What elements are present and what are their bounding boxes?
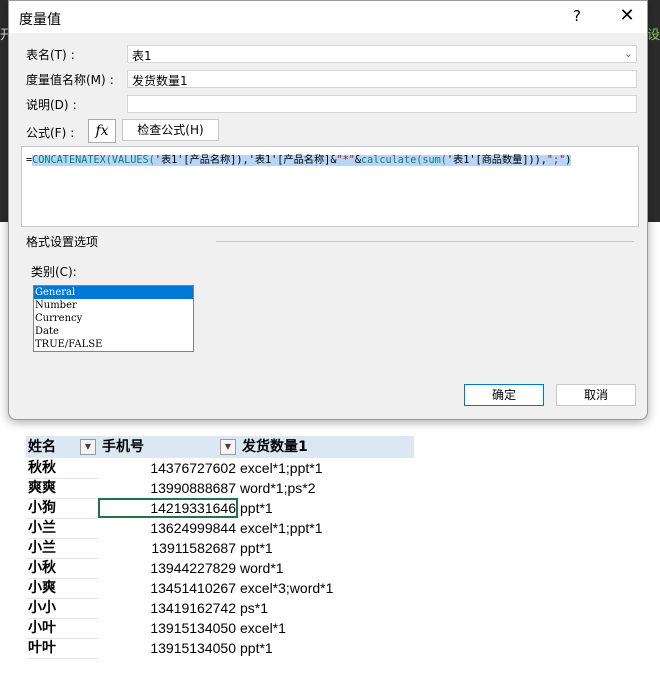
cell-phone[interactable]: 13990888687 — [98, 478, 238, 498]
table-row: 小狗 14219331646 ppt*1 — [0, 498, 660, 519]
cell-phone[interactable]: 13915134050 — [98, 638, 238, 658]
category-label: 类别(C): — [31, 265, 77, 279]
cell-name[interactable]: 小兰 — [28, 518, 98, 539]
dialog-title: 度量值 — [19, 12, 61, 28]
category-item-number[interactable]: Number — [34, 299, 193, 312]
cell-phone-active[interactable]: 14219331646 — [98, 498, 238, 518]
cell-qty[interactable]: ps*1 — [240, 598, 420, 618]
table-select[interactable]: 表1 ⌄ — [127, 45, 637, 63]
chevron-down-icon: ⌄ — [623, 47, 633, 60]
category-list[interactable]: General Number Currency Date TRUE/FALSE — [33, 285, 194, 352]
cell-qty[interactable]: ppt*1 — [240, 638, 420, 658]
cell-qty[interactable]: excel*3;word*1 — [240, 578, 420, 598]
cell-name[interactable]: 小小 — [28, 598, 98, 619]
measure-name-input[interactable]: 发货数量1 — [127, 70, 637, 88]
table-row: 小叶 13915134050 excel*1 — [0, 618, 660, 639]
table-row: 小小 13419162742 ps*1 — [0, 598, 660, 619]
check-formula-button[interactable]: 检查公式(H) — [122, 119, 219, 141]
cell-name[interactable]: 小叶 — [28, 618, 98, 639]
header-phone[interactable]: 手机号 ▼ — [98, 436, 238, 458]
description-input[interactable] — [127, 95, 637, 113]
cell-name[interactable]: 小兰 — [28, 538, 98, 559]
ok-button[interactable]: 确定 — [464, 384, 544, 406]
table-label: 表名(T): — [26, 48, 75, 62]
category-item-date[interactable]: Date — [34, 325, 193, 338]
cell-qty[interactable]: word*1;ps*2 — [240, 478, 420, 498]
cell-phone[interactable]: 13451410267 — [98, 578, 238, 598]
category-item-currency[interactable]: Currency — [34, 312, 193, 325]
fx-icon[interactable]: fx — [88, 119, 116, 143]
cell-name[interactable]: 小狗 — [28, 498, 98, 519]
cell-name[interactable]: 秋秋 — [28, 458, 98, 479]
close-button[interactable]: ✕ — [615, 5, 639, 29]
header-qty[interactable]: 发货数量1 — [238, 436, 414, 458]
cell-name[interactable]: 小爽 — [28, 578, 98, 599]
table-row: 秋秋 14376727602 excel*1;ppt*1 — [0, 458, 660, 479]
table-row: 小爽 13451410267 excel*3;word*1 — [0, 578, 660, 599]
table-row: 小兰 13911582687 ppt*1 — [0, 538, 660, 559]
formula-input[interactable]: =CONCATENATEX(VALUES('表1'[产品名称]),'表1'[产品… — [21, 146, 639, 227]
cell-qty[interactable]: ppt*1 — [240, 498, 420, 518]
cell-phone[interactable]: 13911582687 — [98, 538, 238, 558]
format-section-label: 格式设置选项 — [26, 235, 99, 249]
cell-phone[interactable]: 14376727602 — [98, 458, 238, 478]
cell-phone[interactable]: 13915134050 — [98, 618, 238, 638]
cell-name[interactable]: 爽爽 — [28, 478, 98, 499]
cell-name[interactable]: 小秋 — [28, 558, 98, 579]
cell-qty[interactable]: word*1 — [240, 558, 420, 578]
background-text-right: 设 — [646, 28, 660, 43]
cell-qty[interactable]: excel*1 — [240, 618, 420, 638]
cell-phone[interactable]: 13624999844 — [98, 518, 238, 538]
cell-qty[interactable]: excel*1;ppt*1 — [240, 458, 420, 478]
help-button[interactable]: ? — [567, 7, 587, 27]
description-label: 说明(D): — [26, 98, 77, 112]
table-row: 叶叶 13915134050 ppt*1 — [0, 638, 660, 659]
cell-phone[interactable]: 13944227829 — [98, 558, 238, 578]
formula-label: 公式(F): — [26, 126, 75, 140]
table-select-value: 表1 — [132, 49, 152, 63]
header-name[interactable]: 姓名 ▼ — [26, 436, 98, 458]
cell-qty[interactable]: excel*1;ppt*1 — [240, 518, 420, 538]
cell-phone[interactable]: 13419162742 — [98, 598, 238, 618]
table-row: 小兰 13624999844 excel*1;ppt*1 — [0, 518, 660, 539]
filter-dropdown-icon[interactable]: ▼ — [80, 439, 96, 455]
measure-name-label: 度量值名称(M): — [26, 73, 114, 87]
cell-qty[interactable]: ppt*1 — [240, 538, 420, 558]
dialog-titlebar: 度量值 ? ✕ — [9, 1, 647, 33]
cell-name[interactable]: 叶叶 — [28, 638, 98, 659]
cancel-button[interactable]: 取消 — [556, 384, 636, 406]
table-row: 爽爽 13990888687 word*1;ps*2 — [0, 478, 660, 499]
category-item-truefalse[interactable]: TRUE/FALSE — [34, 338, 193, 351]
measure-dialog: 度量值 ? ✕ 表名(T): 表1 ⌄ 度量值名称(M): 发货数量1 说明(D… — [8, 0, 648, 420]
formula-selection: CONCATENATEX(VALUES('表1'[产品名称]),'表1'[产品名… — [32, 155, 572, 166]
category-item-general[interactable]: General — [34, 286, 193, 299]
section-divider — [216, 241, 634, 242]
table-row: 小秋 13944227829 word*1 — [0, 558, 660, 579]
filter-dropdown-icon[interactable]: ▼ — [220, 439, 236, 455]
